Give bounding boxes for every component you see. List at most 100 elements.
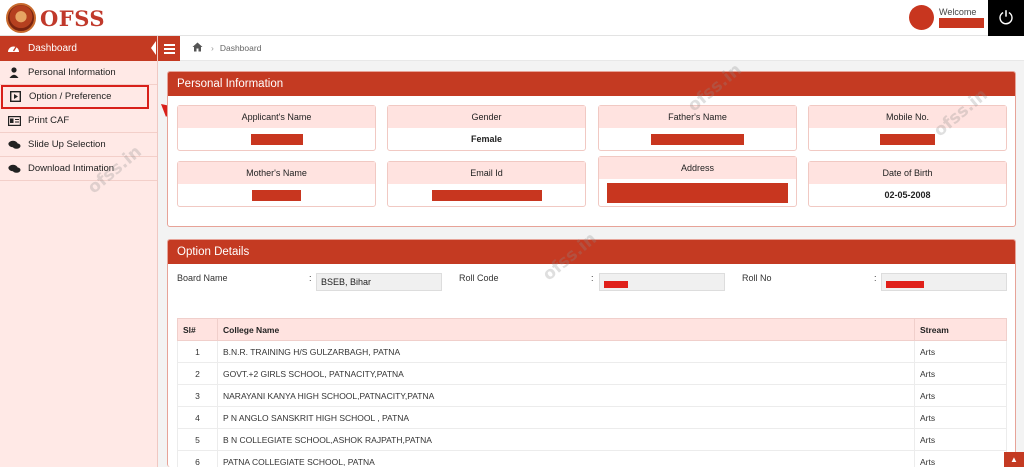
sidebar-item-label: Download Intimation: [28, 163, 115, 174]
table-row: 2 GOVT.+2 GIRLS SCHOOL, PATNACITY,PATNA …: [177, 362, 1007, 385]
sidebar-dashboard-label: Dashboard: [28, 43, 77, 54]
sidebar-item-print-caf[interactable]: Print CAF: [0, 109, 157, 133]
applicant-name-card: Applicant's Name: [177, 105, 376, 151]
table-row: 4 P N ANGLO SANSKRIT HIGH SCHOOL , PATNA…: [177, 406, 1007, 429]
dob-value: 02-05-2008: [884, 190, 931, 200]
sidebar-item-label: Print CAF: [28, 115, 70, 126]
roll-no-label: Roll No: [742, 273, 772, 283]
gender-card: Gender Female: [387, 105, 586, 151]
row-college: B N COLLEGIATE SCHOOL,ASHOK RAJPATH,PATN…: [217, 428, 915, 451]
panel-title: Option Details: [168, 240, 1015, 264]
emblem-icon: [6, 3, 36, 33]
scroll-to-top-button[interactable]: ▲: [1004, 452, 1024, 467]
personal-information-panel: Personal Information Applicant's Name Ge…: [167, 71, 1016, 227]
sidebar: Dashboard Personal Information Option / …: [0, 36, 158, 467]
card-label: Date of Birth: [809, 162, 1006, 184]
chevron-up-icon: ▲: [1010, 455, 1018, 464]
ofss-logo[interactable]: OFSS: [6, 3, 105, 33]
mobile-card: Mobile No.: [808, 105, 1007, 151]
table-header-row: Sl# College Name Stream: [177, 318, 1007, 341]
dob-card: Date of Birth 02-05-2008: [808, 161, 1007, 207]
row-sl: 1: [177, 340, 218, 363]
menu-toggle-button[interactable]: [158, 36, 180, 61]
table-row: 5 B N COLLEGIATE SCHOOL,ASHOK RAJPATH,PA…: [177, 428, 1007, 451]
redacted-value: [886, 281, 924, 289]
hamburger-icon: [163, 43, 175, 46]
email-card: Email Id: [387, 161, 586, 207]
father-name-card: Father's Name: [598, 105, 797, 151]
comments-icon: [7, 140, 21, 150]
redacted-value: [651, 134, 744, 146]
sidebar-item-download-intimation[interactable]: Download Intimation: [0, 157, 157, 181]
row-stream: Arts: [914, 362, 1007, 385]
sidebar-item-label: Slide Up Selection: [28, 139, 106, 150]
option-details-panel: Option Details Board Name : BSEB, Bihar …: [167, 239, 1016, 467]
redacted-value: [880, 134, 935, 146]
welcome-text: Welcome: [939, 7, 977, 17]
play-square-icon: [8, 91, 22, 102]
panel-title: Personal Information: [168, 72, 1015, 96]
row-stream: Arts: [914, 384, 1007, 407]
sidebar-item-label: Option / Preference: [29, 91, 112, 102]
avatar[interactable]: [909, 5, 934, 30]
colon: :: [309, 273, 312, 283]
logout-button[interactable]: ⏻: [988, 0, 1024, 36]
comments-icon: [7, 164, 21, 174]
gender-value: Female: [470, 134, 503, 144]
row-stream: Arts: [914, 428, 1007, 451]
row-sl: 3: [177, 384, 218, 407]
card-label: Applicant's Name: [178, 106, 375, 128]
redacted-value: [431, 190, 542, 202]
card-label: Father's Name: [599, 106, 796, 128]
sidebar-item-label: Personal Information: [28, 67, 116, 78]
table-row: 1 B.N.R. TRAINING H/S GULZARBAGH, PATNA …: [177, 340, 1007, 363]
mother-name-card: Mother's Name: [177, 161, 376, 207]
address-card: Address: [598, 156, 797, 207]
card-label: Email Id: [388, 162, 585, 184]
sidebar-item-personal-information[interactable]: Personal Information: [0, 61, 157, 85]
power-icon: ⏻: [998, 7, 1014, 28]
id-card-icon: [7, 115, 21, 126]
redacted-value: [250, 134, 303, 146]
college-options-table: Sl# College Name Stream 1 B.N.R. TRAININ…: [177, 318, 1007, 467]
row-sl: 5: [177, 428, 218, 451]
row-college: PATNA COLLEGIATE SCHOOL, PATNA: [217, 450, 915, 467]
column-header-college: College Name: [217, 318, 915, 341]
row-sl: 2: [177, 362, 218, 385]
redacted-value: [607, 182, 788, 203]
row-college: NARAYANI KANYA HIGH SCHOOL,PATNACITY,PAT…: [217, 384, 915, 407]
column-header-stream: Stream: [914, 318, 1007, 341]
roll-code-value: [599, 273, 725, 291]
table-row: 6 PATNA COLLEGIATE SCHOOL, PATNA Arts: [177, 450, 1007, 467]
collapse-arrow-icon[interactable]: [151, 41, 156, 55]
breadcrumb-current: Dashboard: [219, 43, 262, 53]
table-row: 3 NARAYANI KANYA HIGH SCHOOL,PATNACITY,P…: [177, 384, 1007, 407]
board-name-label: Board Name: [177, 273, 228, 283]
redacted-value: [252, 190, 301, 202]
row-sl: 6: [177, 450, 218, 467]
sidebar-item-option-preference[interactable]: Option / Preference: [1, 85, 149, 109]
colon: :: [874, 273, 877, 283]
row-college: GOVT.+2 GIRLS SCHOOL, PATNACITY,PATNA: [217, 362, 915, 385]
breadcrumb-separator-icon: ›: [211, 43, 214, 53]
user-icon: [7, 67, 21, 78]
row-college: P N ANGLO SANSKRIT HIGH SCHOOL , PATNA: [217, 406, 915, 429]
logo-text: OFSS: [40, 5, 106, 31]
sidebar-item-dashboard[interactable]: Dashboard: [0, 36, 157, 61]
card-label: Mobile No.: [809, 106, 1006, 128]
redacted-username: [939, 18, 984, 28]
colon: :: [591, 273, 594, 283]
roll-code-label: Roll Code: [459, 273, 499, 283]
card-label: Address: [599, 157, 796, 179]
row-stream: Arts: [914, 406, 1007, 429]
top-bar: OFSS Welcome ⏻: [0, 0, 1024, 36]
card-label: Mother's Name: [178, 162, 375, 184]
roll-no-value: [881, 273, 1007, 291]
column-header-sl: Sl#: [177, 318, 218, 341]
breadcrumb: › Dashboard: [180, 36, 1024, 61]
redacted-value: [604, 281, 628, 289]
sidebar-item-slide-up-selection[interactable]: Slide Up Selection: [0, 133, 157, 157]
row-stream: Arts: [914, 450, 1007, 467]
board-name-value: BSEB, Bihar: [316, 273, 442, 291]
home-icon[interactable]: [192, 42, 203, 55]
